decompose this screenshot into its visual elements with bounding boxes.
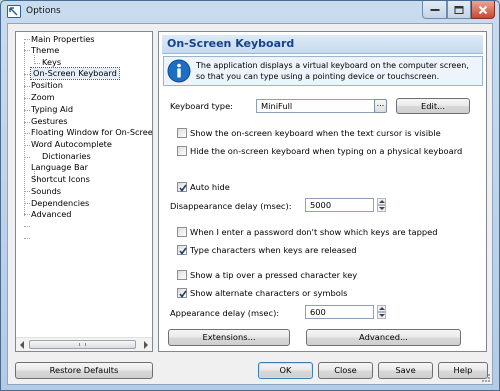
close-button[interactable]: Close bbox=[318, 362, 373, 379]
checkbox-box bbox=[177, 146, 187, 156]
tree-horizontal-scrollbar[interactable] bbox=[16, 337, 152, 351]
checkbox-label: Show a tip over a pressed character key bbox=[190, 270, 358, 280]
tree-item-on-screen-keyboard[interactable]: On-Screen Keyboard bbox=[30, 67, 120, 80]
info-text: The application displays a virtual keybo… bbox=[196, 61, 469, 81]
tree-connector bbox=[24, 98, 30, 99]
resize-grip-icon[interactable] bbox=[481, 373, 491, 383]
tree-item-keys[interactable]: Keys bbox=[42, 57, 61, 68]
tree-item-sounds[interactable]: Sounds bbox=[31, 186, 61, 197]
checkbox-label: Hide the on-screen keyboard when typing … bbox=[190, 146, 463, 156]
category-tree[interactable]: Main Properties Theme Keys On-Screen Key… bbox=[15, 31, 153, 352]
window-title: Options bbox=[26, 6, 61, 16]
tree-item-typing-aid[interactable]: Typing Aid bbox=[31, 104, 73, 115]
tree-connector bbox=[24, 214, 30, 215]
maximize-button[interactable] bbox=[447, 1, 471, 19]
checkmark-icon bbox=[179, 247, 187, 255]
minimize-button[interactable] bbox=[422, 1, 447, 19]
appearance-delay-input[interactable]: 600 bbox=[305, 305, 374, 319]
tree-connector bbox=[24, 226, 30, 227]
spin-down-icon[interactable] bbox=[377, 312, 386, 319]
app-keyboard-icon bbox=[7, 5, 21, 18]
info-box: The application displays a virtual keybo… bbox=[163, 56, 483, 86]
browse-keyboard-button[interactable]: ... bbox=[374, 99, 387, 113]
tree-connector bbox=[24, 39, 30, 40]
close-icon bbox=[478, 5, 488, 14]
tree-connector bbox=[24, 86, 30, 87]
checkbox-label: Auto hide bbox=[190, 182, 230, 192]
scroll-right-icon[interactable] bbox=[144, 341, 148, 349]
tree-item-dependencies[interactable]: Dependencies bbox=[31, 198, 89, 209]
spin-up-icon[interactable] bbox=[377, 305, 386, 312]
maximize-icon bbox=[454, 5, 464, 14]
checkbox-label: Show alternate characters or symbols bbox=[190, 288, 348, 298]
checkbox-box bbox=[177, 270, 187, 280]
tree-item-advanced[interactable]: Advanced bbox=[31, 209, 71, 220]
tree-connector bbox=[24, 133, 30, 134]
ok-button[interactable]: OK bbox=[258, 362, 313, 379]
close-window-button[interactable] bbox=[471, 1, 495, 19]
checkmark-icon bbox=[179, 184, 187, 192]
appearance-delay-label: Appearance delay (msec): bbox=[170, 308, 280, 318]
save-button[interactable]: Save bbox=[378, 362, 433, 379]
checkbox-box bbox=[177, 245, 187, 255]
tree-connector bbox=[24, 157, 30, 158]
disappearance-delay-spinner[interactable] bbox=[377, 198, 386, 212]
panel-title: On-Screen Keyboard bbox=[167, 37, 295, 50]
tree-item-main-properties[interactable]: Main Properties bbox=[31, 34, 95, 45]
tree-connector bbox=[24, 74, 30, 75]
tree-item-word-autocomplete[interactable]: Word Autocomplete bbox=[31, 139, 112, 150]
checkbox-label: Type characters when keys are released bbox=[190, 245, 357, 255]
checkbox-box bbox=[177, 227, 187, 237]
checkmark-icon bbox=[179, 290, 187, 298]
tree-connector bbox=[24, 110, 30, 111]
grip-icon bbox=[79, 343, 86, 346]
checkbox-box bbox=[177, 182, 187, 192]
info-icon bbox=[167, 59, 191, 83]
checkbox-box bbox=[177, 128, 187, 138]
tree-item-floating-window[interactable]: Floating Window for On-Screen Ke bbox=[31, 127, 152, 138]
options-window: Options Main Properties Theme Keys On-Sc… bbox=[0, 0, 500, 391]
spin-up-icon[interactable] bbox=[377, 198, 386, 205]
advanced-button[interactable]: Advanced... bbox=[306, 329, 461, 346]
panel-header: On-Screen Keyboard bbox=[162, 35, 483, 54]
tree-connector bbox=[24, 145, 30, 146]
title-bar[interactable]: Options bbox=[1, 1, 499, 23]
disappearance-delay-label: Disappearance delay (msec): bbox=[170, 201, 292, 211]
disappearance-delay-input[interactable]: 5000 bbox=[305, 198, 374, 212]
tree-connector bbox=[24, 122, 30, 123]
spin-down-icon[interactable] bbox=[377, 205, 386, 212]
scroll-left-icon[interactable] bbox=[20, 341, 24, 349]
checkbox-box bbox=[177, 288, 187, 298]
tree-connector bbox=[24, 50, 30, 51]
minimize-icon bbox=[430, 8, 439, 11]
restore-defaults-button[interactable]: Restore Defaults bbox=[15, 362, 153, 379]
tree-connector bbox=[34, 63, 40, 64]
tree-item-theme[interactable]: Theme bbox=[31, 45, 59, 56]
scrollbar-thumb[interactable] bbox=[29, 340, 136, 349]
tree-item-zoom[interactable]: Zoom bbox=[31, 92, 55, 103]
tree-item-dictionaries[interactable]: Dictionaries bbox=[42, 151, 91, 162]
checkbox-label: When I enter a password don't show which… bbox=[190, 227, 438, 237]
tree-item-language-bar[interactable]: Language Bar bbox=[31, 162, 88, 173]
tree-item-gestures[interactable]: Gestures bbox=[31, 116, 68, 127]
tree-connector bbox=[24, 42, 25, 216]
tree-connector bbox=[24, 238, 30, 239]
edit-keyboard-button[interactable]: Edit... bbox=[396, 98, 470, 114]
tree-item-position[interactable]: Position bbox=[31, 80, 63, 91]
tree-connector bbox=[24, 203, 30, 204]
appearance-delay-spinner[interactable] bbox=[377, 305, 386, 319]
extensions-button[interactable]: Extensions... bbox=[168, 329, 290, 346]
tree-connector bbox=[24, 191, 30, 192]
checkbox-label: Show the on-screen keyboard when the tex… bbox=[190, 128, 441, 138]
dialog-client-area: Main Properties Theme Keys On-Screen Key… bbox=[7, 23, 493, 385]
keyboard-type-label: Keyboard type: bbox=[170, 101, 233, 111]
tree-item-shortcut-icons[interactable]: Shortcut Icons bbox=[31, 174, 90, 185]
keyboard-type-field[interactable]: MiniFull bbox=[256, 99, 381, 113]
